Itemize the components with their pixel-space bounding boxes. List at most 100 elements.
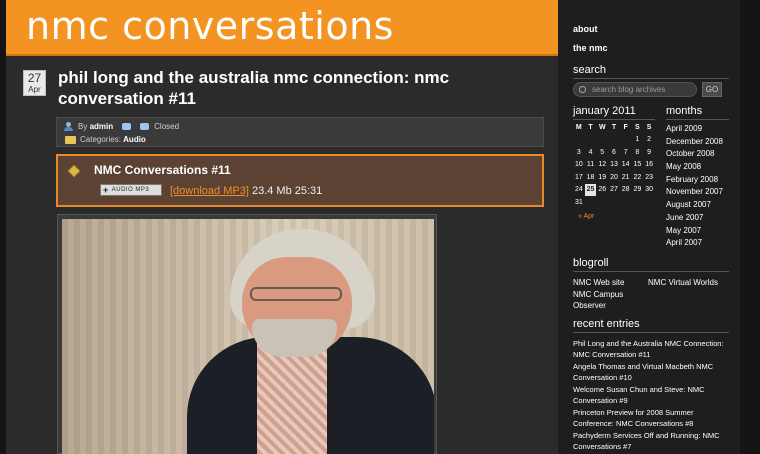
calendar-day: 2 — [647, 136, 652, 144]
download-line: [download MP3] 23.4 Mb 25:31 — [170, 185, 322, 197]
post-title[interactable]: phil long and the australia nmc connecti… — [58, 67, 548, 109]
user-icon — [63, 122, 74, 131]
calendar-day — [620, 196, 632, 209]
calendar-day: 25 — [584, 183, 597, 196]
audio-box-icon — [67, 164, 81, 178]
calendar-day — [632, 196, 644, 209]
folder-icon — [65, 135, 76, 144]
recent-entry-item[interactable]: Welcome Susan Chun and Steve: NMC Conver… — [573, 384, 735, 406]
month-archive-link[interactable]: December 2008 — [666, 136, 723, 149]
category-link[interactable]: Audio — [123, 135, 146, 144]
calendar-day — [620, 134, 632, 147]
calendar: MTWTFSS 1 2 3 4 5 6 7 8 9 10 11 12 13 14 15 16 17 18 19 20 2… — [573, 121, 655, 209]
calendar-day: 11 — [586, 161, 595, 169]
calendar-week: 3456789 — [573, 146, 655, 159]
site-banner: nmc conversations — [6, 0, 558, 56]
calendar-day: 28 — [621, 186, 630, 194]
calendar-day: 21 — [621, 173, 630, 181]
calendar-day: 17 — [574, 173, 583, 181]
calendar-day: 29 — [633, 186, 642, 194]
calendar-day: 27 — [610, 186, 618, 194]
calendar-day: 22 — [633, 173, 642, 181]
calendar-day: 5 — [600, 148, 605, 156]
sidebar: about the nmc search search blog archive… — [558, 0, 740, 454]
search-heading: search — [573, 64, 729, 79]
calendar-day — [596, 196, 608, 209]
calendar-day: 4 — [588, 148, 593, 156]
author-link[interactable]: admin — [90, 122, 114, 131]
month-archive-link[interactable]: May 2008 — [666, 161, 723, 174]
months-list: April 2009 December 2008 October 2008 May 2… — [666, 123, 723, 250]
blogroll-item[interactable]: NMC Campus Observer — [573, 289, 635, 311]
comment-closed-icon — [140, 123, 150, 130]
recent-entry-item[interactable]: Phil Long and the Australia NMC Connecti… — [573, 338, 735, 360]
calendar-day: 12 — [598, 161, 607, 169]
post-date-month: Apr — [28, 85, 41, 94]
post-meta-author-row: By admin Closed — [63, 121, 179, 132]
month-archive-link[interactable]: April 2007 — [666, 237, 723, 250]
audio-player-box: NMC Conversations #11 + AUDIO MP3 [downl… — [56, 154, 544, 207]
month-archive-link[interactable]: May 2007 — [666, 225, 723, 238]
calendar-prev-link[interactable]: « Apr — [578, 213, 594, 220]
search-icon — [579, 86, 586, 93]
calendar-day: 13 — [610, 161, 618, 169]
month-archive-link[interactable]: November 2007 — [666, 186, 723, 199]
plus-icon: + — [103, 185, 109, 195]
search-go-button[interactable]: GO — [702, 82, 722, 97]
site-title[interactable]: nmc conversations — [26, 4, 394, 48]
calendar-day — [585, 134, 597, 147]
categories-label: Categories: — [80, 135, 121, 144]
right-edge — [740, 0, 760, 454]
by-label: By — [78, 122, 88, 131]
calendar-day: 15 — [633, 161, 642, 169]
recent-entry-item[interactable]: Angela Thomas and Virtual Macbeth NMC Co… — [573, 361, 735, 383]
calendar-day: 1 — [635, 136, 640, 144]
month-archive-link[interactable]: April 2009 — [666, 123, 723, 136]
calendar-weekday: S — [646, 123, 652, 131]
calendar-day: 14 — [621, 161, 630, 169]
download-mp3-link[interactable]: [download MP3] — [170, 185, 249, 197]
month-archive-link[interactable]: October 2008 — [666, 148, 723, 161]
calendar-day — [643, 196, 655, 209]
calendar-day: 3 — [576, 148, 581, 156]
calendar-day: 23 — [645, 173, 653, 181]
nav-about[interactable]: about — [573, 24, 598, 34]
file-info: 23.4 Mb 25:31 — [251, 185, 323, 197]
calendar-week: 31 — [573, 196, 655, 209]
comments-status: Closed — [154, 122, 180, 131]
post-meta-categories-row: Categories: Audio — [65, 134, 146, 145]
calendar-day: 20 — [610, 173, 618, 181]
post-photo-frame — [57, 214, 437, 454]
post-meta: By admin Closed Categories: Audio — [56, 117, 544, 147]
search-placeholder: search blog archives — [592, 85, 666, 94]
blogroll-heading: blogroll — [573, 257, 729, 272]
month-archive-link[interactable]: August 2007 — [666, 199, 723, 212]
recent-entries-heading: recent entries — [573, 318, 729, 333]
calendar-week: 17 18 19 20 21 22 23 — [573, 171, 655, 184]
calendar-day — [608, 134, 620, 147]
blogroll-item[interactable]: NMC Virtual Worlds — [648, 277, 718, 288]
calendar-weekday: S — [635, 123, 640, 131]
recent-entry-item[interactable]: Pachyderm Services Off and Running: NMC … — [573, 430, 735, 452]
nav-the-nmc[interactable]: the nmc — [573, 43, 608, 53]
post-date-badge: 27 Apr — [23, 70, 46, 96]
calendar-weekday: F — [623, 123, 628, 131]
month-archive-link[interactable]: February 2008 — [666, 174, 723, 187]
audio-mp3-play-button[interactable]: + AUDIO MP3 — [100, 184, 162, 196]
search-input[interactable]: search blog archives — [573, 82, 697, 97]
recent-entry-item[interactable]: Princeton Preview for 2008 Summer Confer… — [573, 407, 735, 429]
calendar-weekday: T — [588, 123, 593, 131]
calendar-day — [573, 134, 585, 147]
audio-mp3-label: AUDIO MP3 — [111, 187, 150, 193]
comment-icon — [122, 123, 132, 130]
calendar-weekday: M — [575, 123, 582, 131]
blogroll-item[interactable]: NMC Web site — [573, 277, 624, 288]
calendar-day: 10 — [574, 161, 583, 169]
calendar-day: 8 — [635, 148, 640, 156]
calendar-day: 18 — [586, 173, 595, 181]
calendar-day — [596, 134, 608, 147]
month-archive-link[interactable]: June 2007 — [666, 212, 723, 225]
calendar-day: 9 — [647, 148, 652, 156]
calendar-weekday: T — [611, 123, 617, 131]
calendar-day: 26 — [598, 186, 607, 194]
